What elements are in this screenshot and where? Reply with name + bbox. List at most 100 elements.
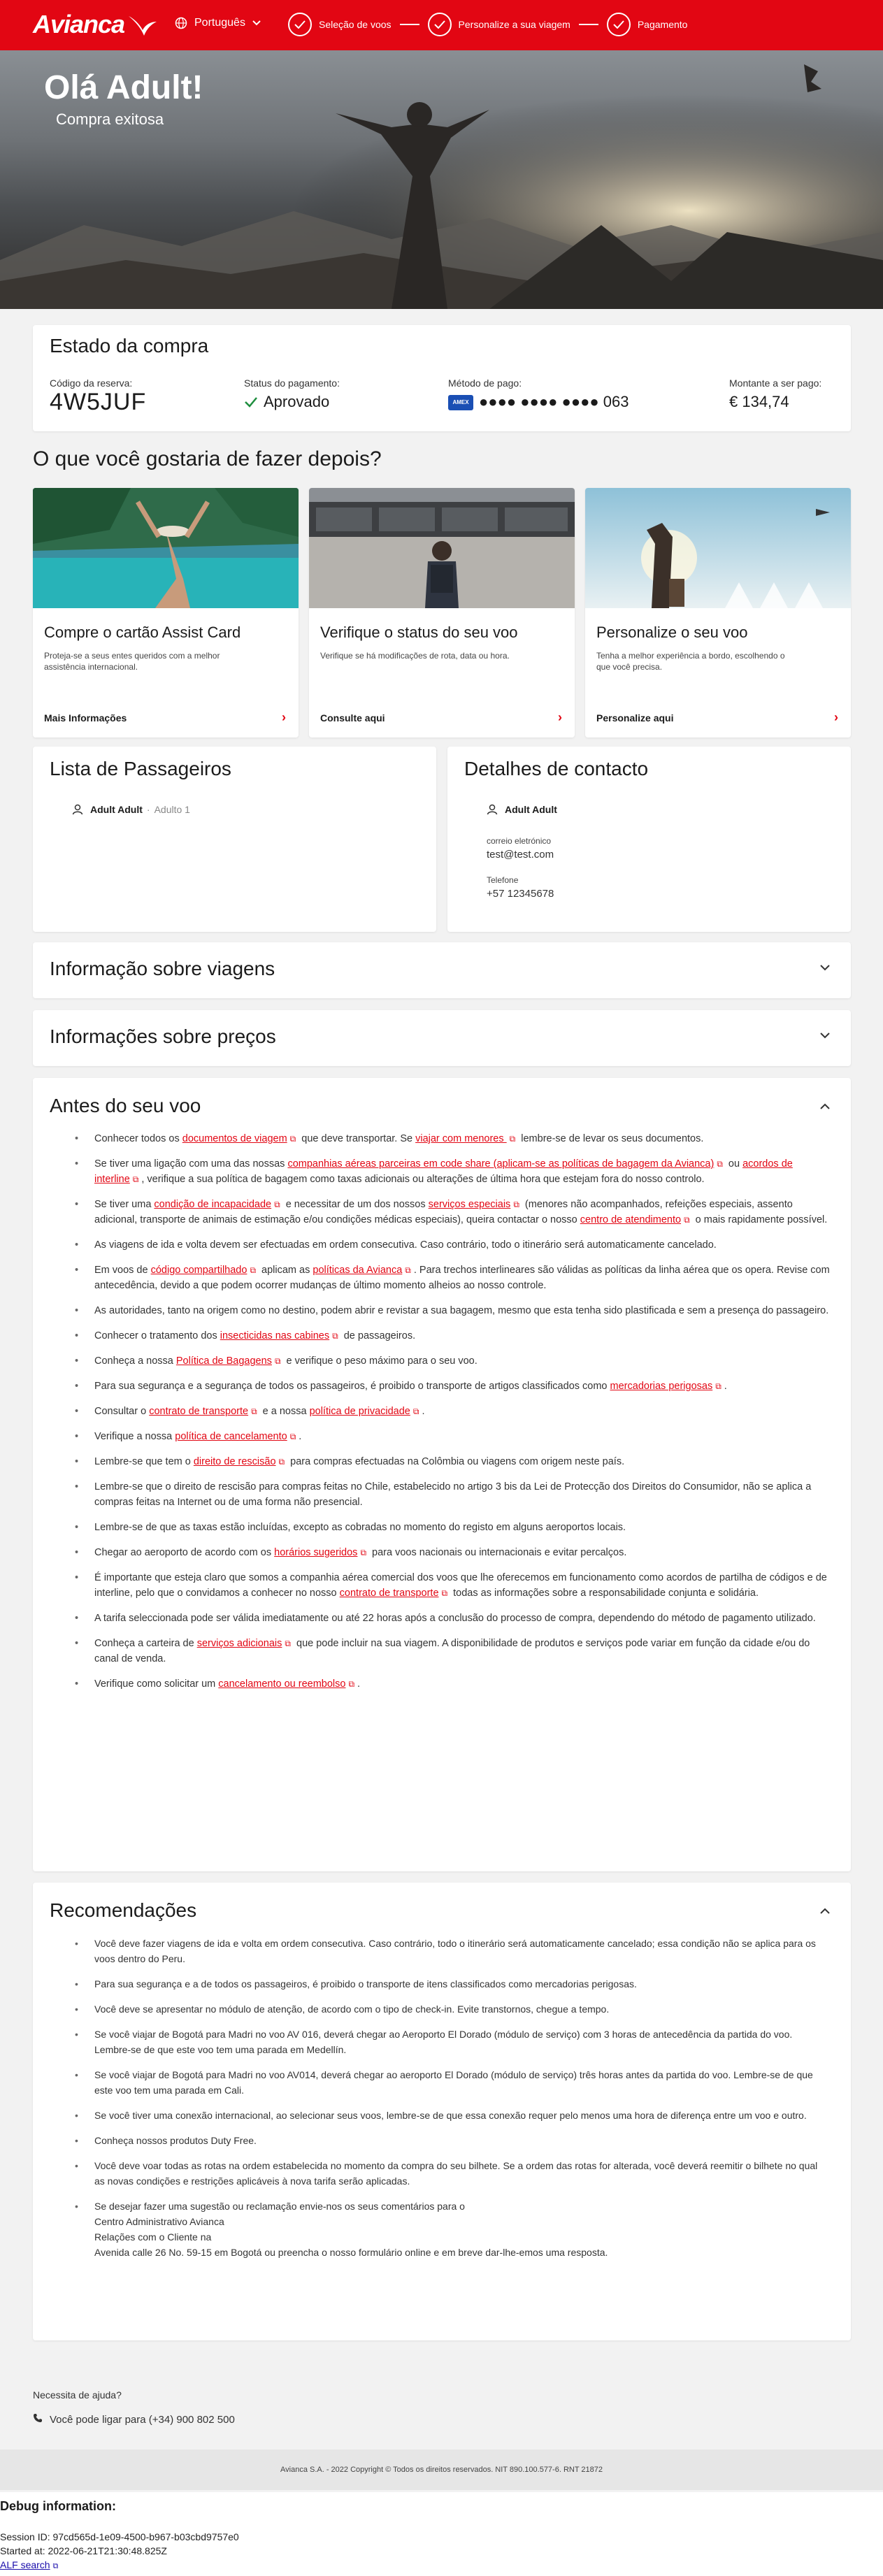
- info-link[interactable]: mercadorias perigosas: [610, 1381, 713, 1392]
- step-label: Pagamento: [637, 19, 688, 30]
- chevron-right-icon[interactable]: ›: [558, 710, 562, 725]
- chevron-down-icon: [820, 965, 830, 971]
- chevron-up-icon[interactable]: [820, 1908, 830, 1914]
- check-icon: [288, 13, 312, 36]
- info-link[interactable]: contrato de transporte: [340, 1588, 439, 1599]
- before-flight-item: Conhecer todos os documentos de viagem⧉ …: [75, 1131, 830, 1146]
- info-link[interactable]: código compartilhado: [151, 1265, 247, 1276]
- external-link-icon: ⧉: [289, 1432, 296, 1441]
- item-text: .: [422, 1406, 425, 1417]
- external-link-icon: ⧉: [250, 1265, 257, 1275]
- item-text: o mais rapidamente possível.: [692, 1214, 828, 1225]
- amount-block: Montante a ser pago: € 134,74: [729, 377, 821, 411]
- booking-code-block: Código da reserva: 4W5JUF: [50, 377, 146, 416]
- info-link[interactable]: insecticidas nas cabines: [220, 1330, 329, 1341]
- alf-search-link[interactable]: ALF search: [0, 2559, 50, 2570]
- offer-title: Compre o cartão Assist Card: [44, 624, 241, 641]
- accordion-title: Recomendações: [50, 1899, 197, 1921]
- chevron-right-icon[interactable]: ›: [834, 710, 838, 725]
- info-link[interactable]: direito de rescisão: [194, 1456, 276, 1467]
- avianca-logo[interactable]: Avianca: [33, 10, 158, 39]
- item-text: Conheça a nossa: [94, 1355, 176, 1367]
- item-text: que deve transportar. Se: [299, 1133, 416, 1144]
- item-text: Você deve voar todas as rotas na ordem e…: [94, 2160, 818, 2187]
- payment-status-block: Status do pagamento: Aprovado: [244, 377, 340, 411]
- language-label: Português: [194, 17, 245, 29]
- item-text: Lembre-se que o direito de rescisão para…: [94, 1481, 812, 1508]
- info-link[interactable]: centro de atendimento: [580, 1214, 681, 1225]
- info-link[interactable]: horários sugeridos: [274, 1547, 357, 1558]
- booking-code: 4W5JUF: [50, 389, 147, 415]
- item-text: e necessitar de um dos nossos: [282, 1199, 429, 1210]
- hero-subtitle: Compra exitosa: [56, 110, 164, 128]
- chevron-right-icon[interactable]: ›: [282, 710, 286, 725]
- info-link[interactable]: viajar com menores: [415, 1133, 507, 1144]
- info-link[interactable]: condição de incapacidade: [154, 1199, 271, 1210]
- info-link[interactable]: política de privacidade: [310, 1406, 410, 1417]
- item-text: Se tiver uma: [94, 1199, 155, 1210]
- item-text: Consultar o: [94, 1406, 150, 1417]
- item-text: As viagens de ida e volta devem ser efec…: [94, 1239, 717, 1251]
- item-text: .: [724, 1381, 727, 1392]
- external-link-icon: ⧉: [251, 1406, 257, 1416]
- info-link[interactable]: política de cancelamento: [175, 1431, 287, 1442]
- price-info-accordion[interactable]: Informações sobre preços: [33, 1010, 851, 1066]
- external-link-icon: ⧉: [289, 1134, 296, 1144]
- info-link[interactable]: documentos de viagem: [182, 1133, 287, 1144]
- offer-link[interactable]: Mais Informações: [44, 712, 127, 724]
- before-flight-accordion: Antes do seu voo Conhecer todos os docum…: [33, 1078, 851, 1871]
- help-phone-text: Você pode ligar para (+34) 900 802 500: [50, 2413, 235, 2426]
- help-phone[interactable]: Você pode ligar para (+34) 900 802 500: [33, 2413, 235, 2426]
- before-flight-item: Conheça a nossa Política de Bagagens⧉ e …: [75, 1353, 830, 1369]
- passenger-list-card: Lista de Passageiros Adult Adult · Adult…: [33, 747, 436, 932]
- external-link-icon: ⧉: [405, 1265, 411, 1275]
- offer-link[interactable]: Consulte aqui: [320, 712, 385, 724]
- offer-card-personalize[interactable]: Personalize o seu voo Tenha a melhor exp…: [585, 488, 851, 737]
- check-icon: [427, 13, 452, 36]
- travel-info-accordion[interactable]: Informação sobre viagens: [33, 942, 851, 998]
- before-flight-item: Em voos de código compartilhado⧉ aplicam…: [75, 1262, 830, 1293]
- phone-icon: [33, 2413, 43, 2426]
- info-link[interactable]: cancelamento ou reembolso: [218, 1678, 345, 1690]
- external-link-icon: ⧉: [274, 1356, 281, 1366]
- help-question: Necessita de ajuda?: [33, 2389, 122, 2401]
- info-link[interactable]: serviços adicionais: [197, 1638, 282, 1649]
- info-link[interactable]: companhias aéreas parceiras em code shar…: [287, 1158, 714, 1170]
- offer-card-flight-status[interactable]: Verifique o status do seu voo Verifique …: [309, 488, 575, 737]
- external-link-icon: ⧉: [412, 1406, 419, 1416]
- item-text: Conheça nossos produtos Duty Free.: [94, 2135, 257, 2146]
- chevron-up-icon[interactable]: [820, 1103, 830, 1109]
- external-link-icon: ⧉: [717, 1159, 723, 1169]
- item-text: Para sua segurança e a de todos os passa…: [94, 1978, 637, 1989]
- info-link[interactable]: contrato de transporte: [149, 1406, 248, 1417]
- address-line: Relações com o Cliente na: [94, 2231, 212, 2243]
- item-text: .: [299, 1431, 302, 1442]
- before-flight-item: Lembre-se que tem o direito de rescisão⧉…: [75, 1454, 830, 1469]
- item-text: Se desejar fazer uma sugestão ou reclama…: [94, 2201, 465, 2212]
- item-text: Conhecer o tratamento dos: [94, 1330, 220, 1341]
- external-link-icon: ⧉: [348, 1679, 355, 1689]
- before-flight-item: Chegar ao aeroporto de acordo com os hor…: [75, 1545, 830, 1560]
- item-text: , verifique a sua política de bagagem co…: [141, 1174, 705, 1185]
- phone-value: +57 12345678: [487, 888, 554, 900]
- payment-method-block: Método de pago: AMEX ●●●● ●●●● ●●●● 063: [448, 377, 629, 411]
- item-text: Em voos de: [94, 1265, 151, 1276]
- check-icon: [245, 397, 257, 408]
- offer-title: Personalize o seu voo: [596, 624, 748, 641]
- info-link[interactable]: Política de Bagagens: [176, 1355, 272, 1367]
- info-link[interactable]: políticas da Avianca: [313, 1265, 402, 1276]
- item-text: Lembre-se que tem o: [94, 1456, 194, 1467]
- debug-alf-row[interactable]: ALF search ⧉: [0, 2559, 58, 2571]
- item-text: As autoridades, tanto na origem como no …: [94, 1305, 829, 1316]
- before-flight-item: Lembre-se de que as taxas estão incluída…: [75, 1520, 830, 1535]
- offer-card-assist[interactable]: Compre o cartão Assist Card Proteja-se a…: [33, 488, 299, 737]
- item-text: e a nossa: [259, 1406, 310, 1417]
- recommendation-item: Conheça nossos produtos Duty Free.: [75, 2133, 830, 2148]
- language-selector[interactable]: Português: [175, 17, 261, 29]
- external-link-icon: ⧉: [52, 2562, 59, 2570]
- recommendation-item: Para sua segurança e a de todos os passa…: [75, 1976, 830, 1992]
- offer-link[interactable]: Personalize aqui: [596, 712, 673, 724]
- item-text: Verifique a nossa: [94, 1431, 175, 1442]
- item-text: ou: [725, 1158, 743, 1170]
- info-link[interactable]: serviços especiais: [429, 1199, 511, 1210]
